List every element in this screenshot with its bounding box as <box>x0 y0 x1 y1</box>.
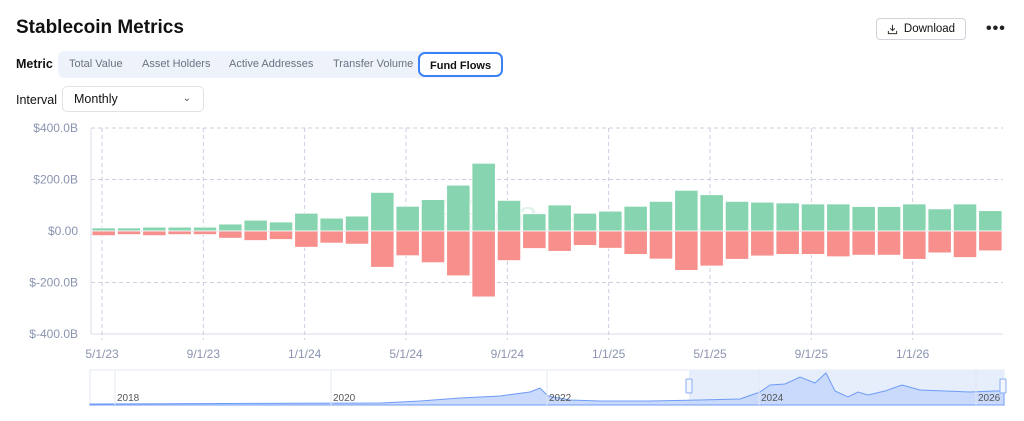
outflow-bar <box>699 230 724 267</box>
inflow-bar <box>142 226 167 232</box>
x-tick-label: 9/1/25 <box>795 347 829 361</box>
navigator-year-label: 2018 <box>117 393 140 404</box>
outflow-bar <box>775 230 800 255</box>
inflow-bar <box>876 206 902 232</box>
x-tick-label: 1/1/24 <box>288 347 322 361</box>
inflow-bar <box>851 206 876 232</box>
x-tick-label: 1/1/25 <box>592 347 626 361</box>
inflow-bar <box>471 162 496 232</box>
navigator-year-label: 2020 <box>333 393 356 404</box>
outflow-bar <box>952 230 978 258</box>
outflow-bar <box>927 230 952 254</box>
outflow-bar <box>547 230 572 252</box>
outflow-bar <box>243 230 268 241</box>
time-navigator[interactable]: 2018 2020 2022 2024 2026 <box>89 369 1007 406</box>
inflow-bar <box>116 227 142 232</box>
inflow-bar <box>243 219 268 232</box>
outflow-bar <box>496 230 522 262</box>
outflow-bar <box>142 230 167 237</box>
inflow-bar <box>319 217 344 232</box>
x-tick-label: 9/1/23 <box>187 347 221 361</box>
outflow-bar <box>420 230 446 264</box>
outflow-bar <box>395 230 420 257</box>
inflow-bar <box>446 184 471 232</box>
outflow-bar <box>522 230 547 249</box>
x-tick-label: 5/1/23 <box>85 347 119 361</box>
inflow-bar <box>395 205 420 232</box>
outflow-bar <box>572 230 598 246</box>
y-tick-label: $0.00 <box>48 224 78 238</box>
y-tick-label: $-200.0B <box>29 276 78 290</box>
inflow-bar <box>699 194 724 232</box>
inflow-bar <box>724 200 750 232</box>
outflow-bar <box>319 230 344 244</box>
outflow-bar <box>902 230 927 260</box>
outflow-bar <box>648 230 674 260</box>
outflow-bar <box>91 230 116 237</box>
outflow-bar <box>116 230 142 236</box>
inflow-bar <box>952 203 978 232</box>
outflow-bar <box>446 230 471 277</box>
outflow-bar <box>800 230 826 255</box>
inflow-bar <box>522 213 547 232</box>
outflow-bar <box>294 230 319 248</box>
navigator-left-handle[interactable] <box>685 378 693 394</box>
y-tick-label: $200.0B <box>33 173 78 187</box>
outflow-bar <box>851 230 876 256</box>
navigator-year-label: 2026 <box>978 393 1001 404</box>
inflow-bar <box>800 203 826 232</box>
inflow-bar <box>218 223 243 232</box>
outflow-bar <box>192 230 218 236</box>
x-tick-label: 1/1/26 <box>896 347 930 361</box>
inflow-bar <box>623 205 648 232</box>
navigator-right-handle[interactable] <box>999 378 1007 394</box>
inflow-bar <box>192 226 218 232</box>
outflow-bar <box>978 230 1003 252</box>
x-tick-label: 5/1/25 <box>693 347 727 361</box>
navigator-year-label: 2022 <box>549 393 572 404</box>
inflow-bar <box>294 212 319 232</box>
outflow-bar <box>370 230 395 268</box>
inflow-bar <box>420 199 446 232</box>
inflow-bar <box>648 200 674 232</box>
outflow-bar <box>218 230 243 239</box>
outflow-bar <box>876 230 902 256</box>
inflow-bar <box>268 221 294 232</box>
x-tick-label: 5/1/24 <box>389 347 423 361</box>
navigator-year-label: 2024 <box>761 393 784 404</box>
inflow-bar <box>750 201 775 232</box>
outflow-bar <box>826 230 851 258</box>
outflow-bar <box>750 230 775 257</box>
outflow-bar <box>674 230 699 271</box>
inflow-bar <box>547 204 572 232</box>
inflow-bar <box>572 212 598 232</box>
inflow-bar <box>674 189 699 232</box>
outflow-bar <box>623 230 648 255</box>
outflow-bar <box>598 230 623 249</box>
x-tick-label: 9/1/24 <box>491 347 525 361</box>
inflow-bar <box>344 215 370 232</box>
outflow-bar <box>724 230 750 260</box>
inflow-bar <box>775 202 800 232</box>
outflow-bar <box>268 230 294 240</box>
inflow-bar <box>496 199 522 232</box>
inflow-bar <box>598 210 623 232</box>
outflow-bar <box>344 230 370 245</box>
outflow-bar <box>471 230 496 298</box>
y-tick-label: $400.0B <box>33 121 78 135</box>
y-tick-label: $-400.0B <box>29 327 78 341</box>
inflow-bar <box>927 208 952 232</box>
inflow-bar <box>978 210 1003 232</box>
inflow-bar <box>91 227 116 232</box>
inflow-bar <box>826 203 851 232</box>
fund-flows-chart: rwa .xyz $400.0B$200.0B$0.00$-200.0B$-40… <box>29 121 1007 406</box>
inflow-bar <box>370 191 395 232</box>
outflow-bar <box>167 230 192 236</box>
inflow-bar <box>902 203 927 232</box>
inflow-bar <box>167 226 192 232</box>
